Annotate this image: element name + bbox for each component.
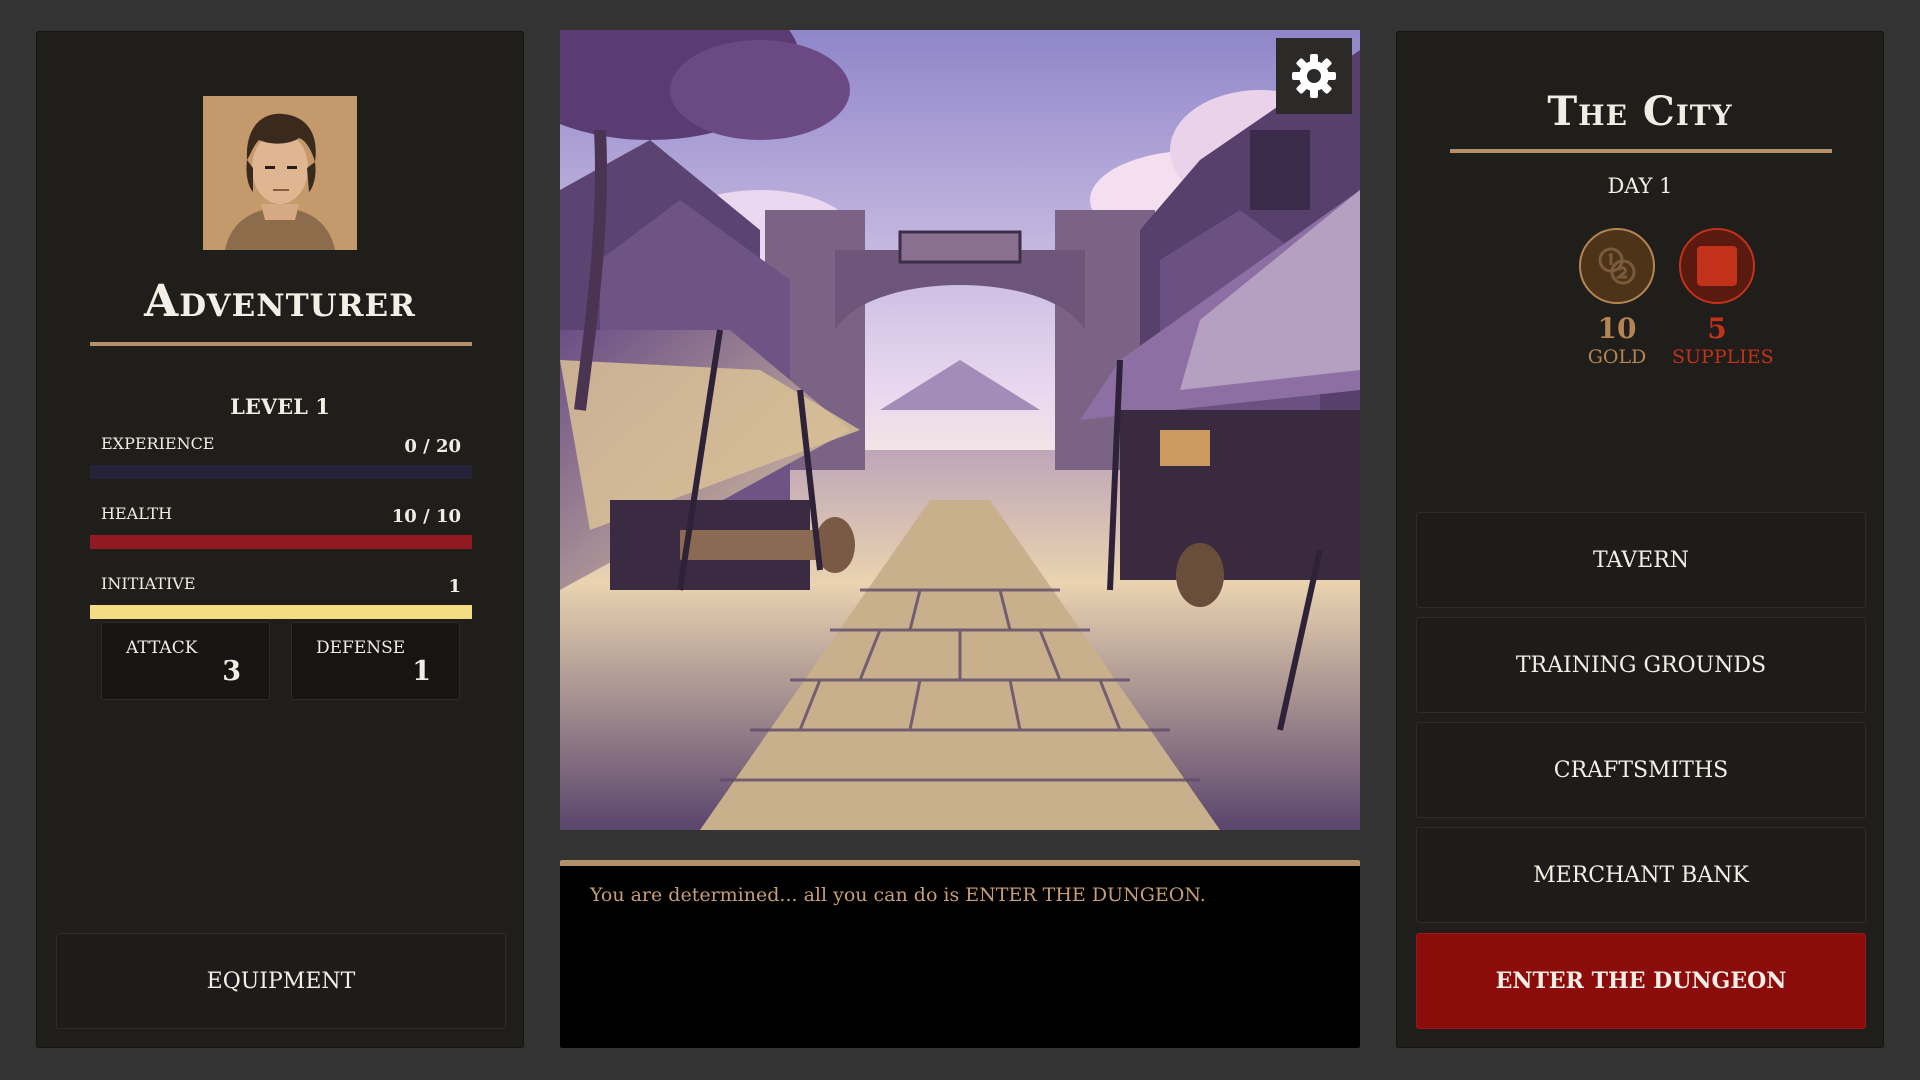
log-message: You are determined... all you can do is … (590, 884, 1206, 906)
defense-label: DEFENSE (316, 638, 406, 658)
city-panel: The City DAY 1 10 GOLD 5 SUPPLIES TAVERN… (1396, 31, 1884, 1048)
initiative-value: 1 (448, 576, 461, 597)
supplies-label: SUPPLIES (1672, 346, 1774, 368)
tavern-button[interactable]: TAVERN (1416, 512, 1866, 608)
gold-amount: 10 (1597, 312, 1637, 345)
training-grounds-button[interactable]: TRAINING GROUNDS (1416, 617, 1866, 713)
enter-dungeon-button[interactable]: ENTER THE DUNGEON (1416, 933, 1866, 1029)
health-bar (90, 535, 472, 549)
message-log: You are determined... all you can do is … (560, 860, 1360, 1048)
city-scene-image (560, 30, 1360, 830)
supplies-icon (1697, 246, 1737, 286)
day-counter: DAY 1 (1607, 174, 1673, 198)
title-divider (1450, 149, 1832, 153)
attack-label: ATTACK (126, 638, 198, 658)
health-label: HEALTH (101, 504, 173, 523)
hero-portrait (203, 96, 357, 250)
title-divider (90, 342, 472, 346)
experience-label: EXPERIENCE (101, 434, 215, 453)
hero-panel: Adventurer LEVEL 1 EXPERIENCE 0 / 20 HEA… (36, 31, 524, 1048)
supplies-resource: 5 SUPPLIES (1672, 228, 1774, 370)
location-title: The City (1547, 88, 1733, 135)
health-value: 10 / 10 (391, 506, 461, 527)
gold-resource: 10 GOLD (1572, 228, 1662, 370)
attack-value: 3 (222, 656, 241, 687)
hero-level: LEVEL 1 (230, 394, 330, 419)
experience-bar (90, 465, 472, 479)
supplies-amount: 5 (1707, 312, 1727, 345)
merchant-bank-button[interactable]: MERCHANT BANK (1416, 827, 1866, 923)
settings-button[interactable] (1276, 38, 1352, 114)
gold-circle (1579, 228, 1655, 304)
defense-box: DEFENSE 1 (291, 622, 460, 700)
attack-box: ATTACK 3 (101, 622, 270, 700)
defense-value: 1 (412, 656, 431, 687)
gold-label: GOLD (1587, 346, 1647, 368)
equipment-button[interactable]: EQUIPMENT (56, 933, 506, 1029)
experience-value: 0 / 20 (404, 436, 461, 457)
gear-icon (1292, 54, 1336, 98)
hero-name: Adventurer (144, 276, 416, 327)
coins-icon (1598, 247, 1636, 285)
initiative-label: INITIATIVE (101, 574, 196, 593)
initiative-bar (90, 605, 472, 619)
craftsmiths-button[interactable]: CRAFTSMITHS (1416, 722, 1866, 818)
supplies-circle (1679, 228, 1755, 304)
